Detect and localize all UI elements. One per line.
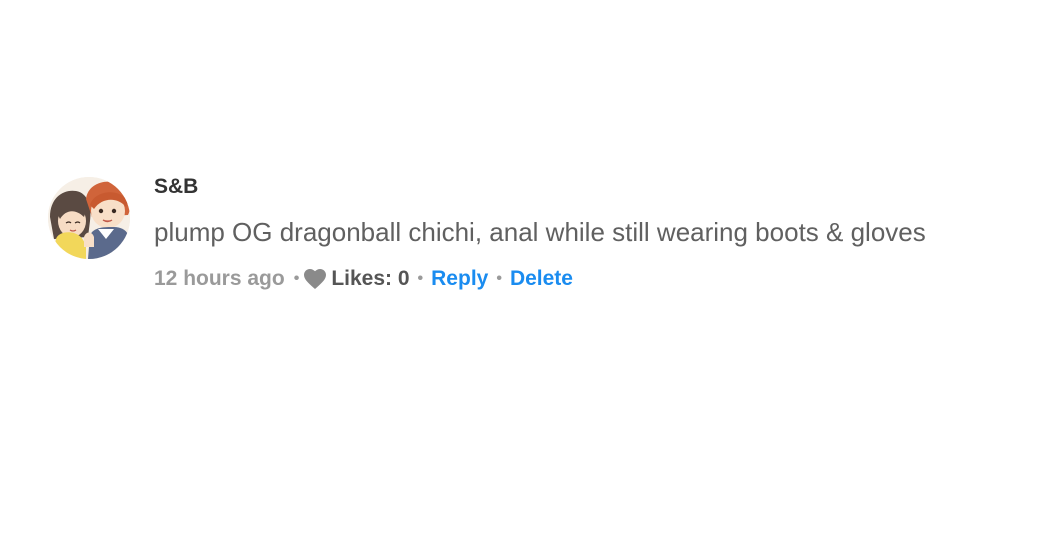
heart-icon[interactable] (303, 268, 327, 290)
separator-dot: • (293, 270, 300, 287)
comment-text: plump OG dragonball chichi, anal while s… (154, 217, 926, 247)
comment-body: S&B plump OG dragonball chichi, anal whi… (154, 174, 926, 292)
separator-dot: • (417, 270, 424, 287)
comment-meta: 12 hours ago • Likes: 0 • Reply • Delete (154, 266, 926, 292)
avatar-image (48, 177, 130, 259)
separator-dot: • (496, 270, 502, 287)
delete-link[interactable]: Delete (510, 266, 573, 292)
reply-link[interactable]: Reply (431, 266, 488, 292)
avatar[interactable] (48, 177, 130, 259)
likes-count: Likes: 0 (331, 267, 410, 290)
comment-timestamp: 12 hours ago (154, 267, 285, 290)
comment-author[interactable]: S&B (154, 174, 926, 200)
comment: S&B plump OG dragonball chichi, anal whi… (48, 174, 926, 292)
